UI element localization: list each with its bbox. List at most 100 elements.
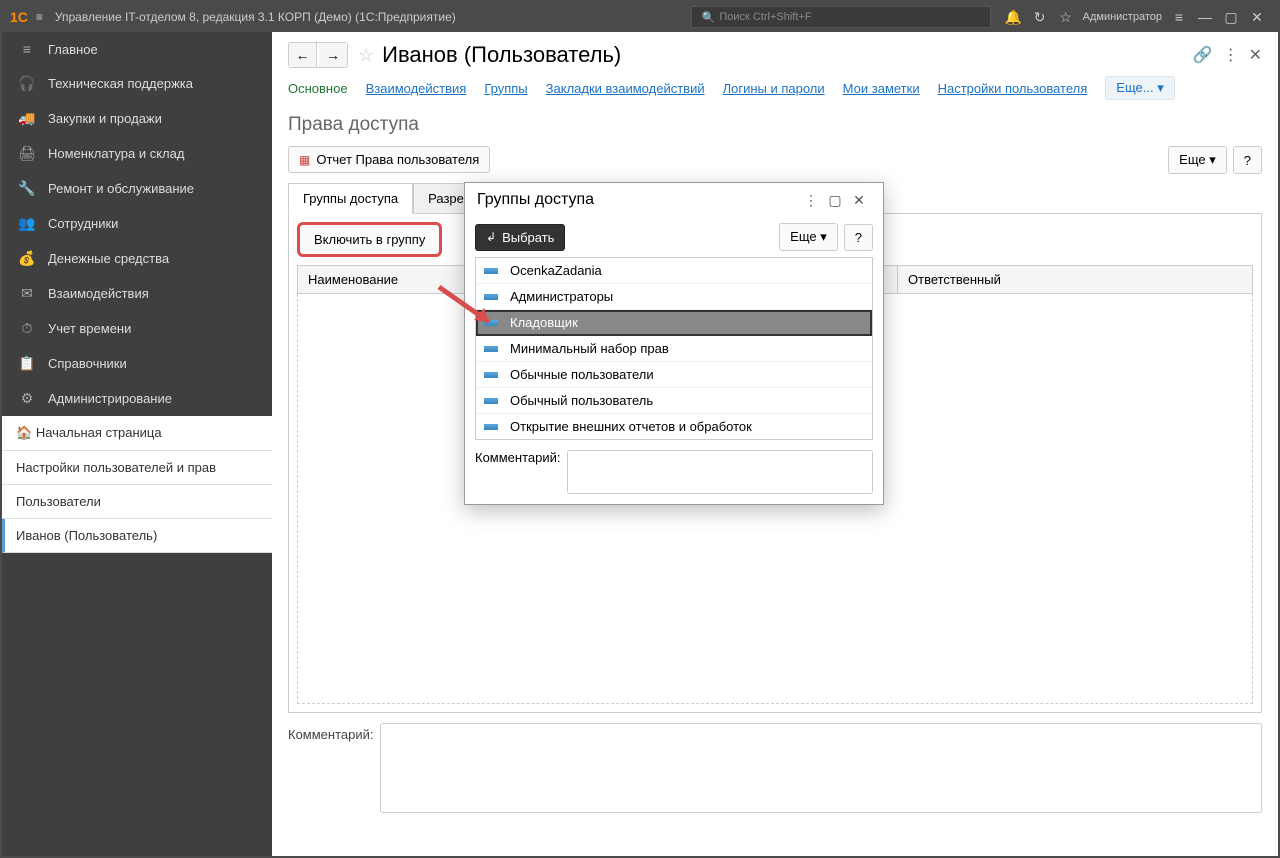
item-icon: [484, 320, 498, 326]
wrench-icon: 🔧: [16, 180, 38, 197]
list-item[interactable]: Обычный пользователь: [476, 388, 872, 414]
modal-kebab-icon[interactable]: ⋮: [799, 192, 823, 209]
select-button[interactable]: ↲Выбрать: [475, 224, 565, 251]
app-title: Управление IT-отделом 8, редакция 3.1 КО…: [55, 10, 456, 24]
subnav-groups[interactable]: Группы: [484, 81, 527, 96]
modal-maximize-icon[interactable]: ▢: [823, 192, 847, 209]
item-icon: [484, 424, 498, 430]
list-item[interactable]: Администраторы: [476, 284, 872, 310]
comment-input[interactable]: [380, 723, 1263, 813]
sidebar-item-admin[interactable]: ⚙Администрирование: [2, 381, 272, 416]
modal-help-button[interactable]: ?: [844, 224, 873, 251]
sidebar-item-label: Учет времени: [48, 321, 131, 336]
sidebar-item-label: Ремонт и обслуживание: [48, 181, 194, 196]
kebab-icon[interactable]: ⋮: [1223, 45, 1239, 65]
help-button[interactable]: ?: [1233, 146, 1262, 174]
subnav-settings[interactable]: Настройки пользователя: [938, 81, 1088, 96]
item-icon: [484, 346, 498, 352]
sidebar-item-label: Справочники: [48, 356, 127, 371]
report-icon: ▦: [299, 153, 310, 167]
more-button[interactable]: Еще ▾: [1168, 146, 1227, 174]
bell-icon[interactable]: 🔔: [1001, 9, 1027, 26]
sidebar-sec-settings[interactable]: Настройки пользователей и прав: [2, 451, 272, 485]
history-icon[interactable]: ↻: [1027, 9, 1053, 26]
back-button[interactable]: ←: [289, 43, 317, 67]
sidebar-item-label: Техническая поддержка: [48, 76, 193, 91]
list-icon: 📋: [16, 355, 38, 372]
item-icon: [484, 398, 498, 404]
modal-comment-input[interactable]: [567, 450, 874, 494]
access-groups-modal: Группы доступа ⋮ ▢ ✕ ↲Выбрать Еще ▾ ? Oc…: [464, 182, 884, 505]
global-search[interactable]: 🔍 Поиск Ctrl+Shift+F: [691, 6, 991, 28]
link-icon[interactable]: 🔗: [1193, 45, 1213, 65]
search-placeholder: Поиск Ctrl+Shift+F: [719, 11, 811, 23]
report-button[interactable]: ▦Отчет Права пользователя: [288, 146, 490, 173]
subnav-interactions[interactable]: Взаимодействия: [366, 81, 467, 96]
comment-row: Комментарий:: [288, 723, 1262, 813]
sidebar-item-sales[interactable]: 🚚 Закупки и продажи: [2, 101, 272, 136]
list-item[interactable]: Минимальный набор прав: [476, 336, 872, 362]
favorite-star-icon[interactable]: ☆: [358, 45, 374, 66]
modal-title: Группы доступа: [477, 191, 799, 209]
sidebar-item-staff[interactable]: 👥 Сотрудники: [2, 206, 272, 241]
titlebar: 1C ≡ Управление IT-отделом 8, редакция 3…: [2, 2, 1278, 32]
sidebar-item-label: Главное: [48, 42, 98, 57]
people-icon: 👥: [16, 215, 38, 232]
tab-access-groups[interactable]: Группы доступа: [288, 183, 413, 214]
sidebar-item-interactions[interactable]: ✉Взаимодействия: [2, 276, 272, 311]
sidebar-item-label: Закупки и продажи: [48, 111, 162, 126]
logo-1c: 1C: [10, 9, 28, 25]
hamburger-icon[interactable]: ≡: [36, 10, 43, 24]
sidebar-item-main[interactable]: ≡ Главное: [2, 32, 272, 66]
list-item[interactable]: Обычные пользователи: [476, 362, 872, 388]
subnav-bookmarks[interactable]: Закладки взаимодействий: [546, 81, 705, 96]
sidebar-item-label: Денежные средства: [48, 251, 169, 266]
sidebar-item-support[interactable]: 🎧 Техническая поддержка: [2, 66, 272, 101]
gear-icon: ⚙: [16, 390, 38, 407]
main-icon: ≡: [16, 41, 38, 57]
list-item[interactable]: OcenkaZadania: [476, 258, 872, 284]
close-page-icon[interactable]: ✕: [1249, 45, 1262, 65]
minimize-icon[interactable]: —: [1192, 9, 1218, 25]
sidebar-sec-home[interactable]: Начальная страница: [2, 416, 272, 451]
maximize-icon[interactable]: ▢: [1218, 9, 1244, 26]
user-label[interactable]: Администратор: [1083, 11, 1162, 23]
mail-icon: ✉: [16, 285, 38, 302]
col-responsible: Ответственный: [898, 266, 1252, 293]
truck-icon: 🚚: [16, 110, 38, 127]
sidebar-item-label: Сотрудники: [48, 216, 118, 231]
close-icon[interactable]: ✕: [1244, 9, 1270, 26]
nav-buttons: ← →: [288, 42, 348, 68]
section-title: Права доступа: [288, 114, 1262, 136]
item-icon: [484, 268, 498, 274]
sidebar-item-reference[interactable]: 📋 Справочники: [2, 346, 272, 381]
sidebar-sec-users[interactable]: Пользователи: [2, 485, 272, 519]
list-item-selected[interactable]: Кладовщик: [476, 310, 872, 336]
subnav-main[interactable]: Основное: [288, 81, 348, 96]
sidebar-item-repair[interactable]: 🔧 Ремонт и обслуживание: [2, 171, 272, 206]
item-icon: [484, 294, 498, 300]
money-icon: 💰: [16, 250, 38, 267]
subnav: Основное Взаимодействия Группы Закладки …: [288, 76, 1262, 100]
include-in-group-button[interactable]: Включить в группу: [297, 222, 442, 257]
subnav-notes[interactable]: Мои заметки: [843, 81, 920, 96]
sidebar-sec-ivanov[interactable]: Иванов (Пользователь): [2, 519, 272, 553]
search-icon: 🔍: [702, 11, 716, 24]
sidebar-item-time[interactable]: ⏱ Учет времени: [2, 311, 272, 346]
select-icon: ↲: [486, 230, 496, 244]
list-item[interactable]: Открытие внешних отчетов и обработок: [476, 414, 872, 439]
modal-more-button[interactable]: Еще ▾: [779, 223, 838, 251]
subnav-more[interactable]: Еще... ▾: [1105, 76, 1174, 100]
star-icon[interactable]: ☆: [1053, 9, 1079, 26]
sidebar-item-label: Номенклатура и склад: [48, 146, 184, 161]
subnav-logins[interactable]: Логины и пароли: [723, 81, 825, 96]
forward-button[interactable]: →: [319, 43, 347, 67]
clock-icon: ⏱: [16, 320, 38, 337]
support-icon: 🎧: [16, 75, 38, 92]
sidebar: ≡ Главное 🎧 Техническая поддержка 🚚 Закупки…: [2, 32, 272, 856]
modal-close-icon[interactable]: ✕: [847, 192, 871, 209]
sidebar-item-money[interactable]: 💰 Денежные средства: [2, 241, 272, 276]
page-title: Иванов (Пользователь): [382, 42, 1193, 68]
menu-icon[interactable]: ≡: [1166, 9, 1192, 25]
sidebar-item-stock[interactable]: 🖨Номенклатура и склад: [2, 136, 272, 171]
